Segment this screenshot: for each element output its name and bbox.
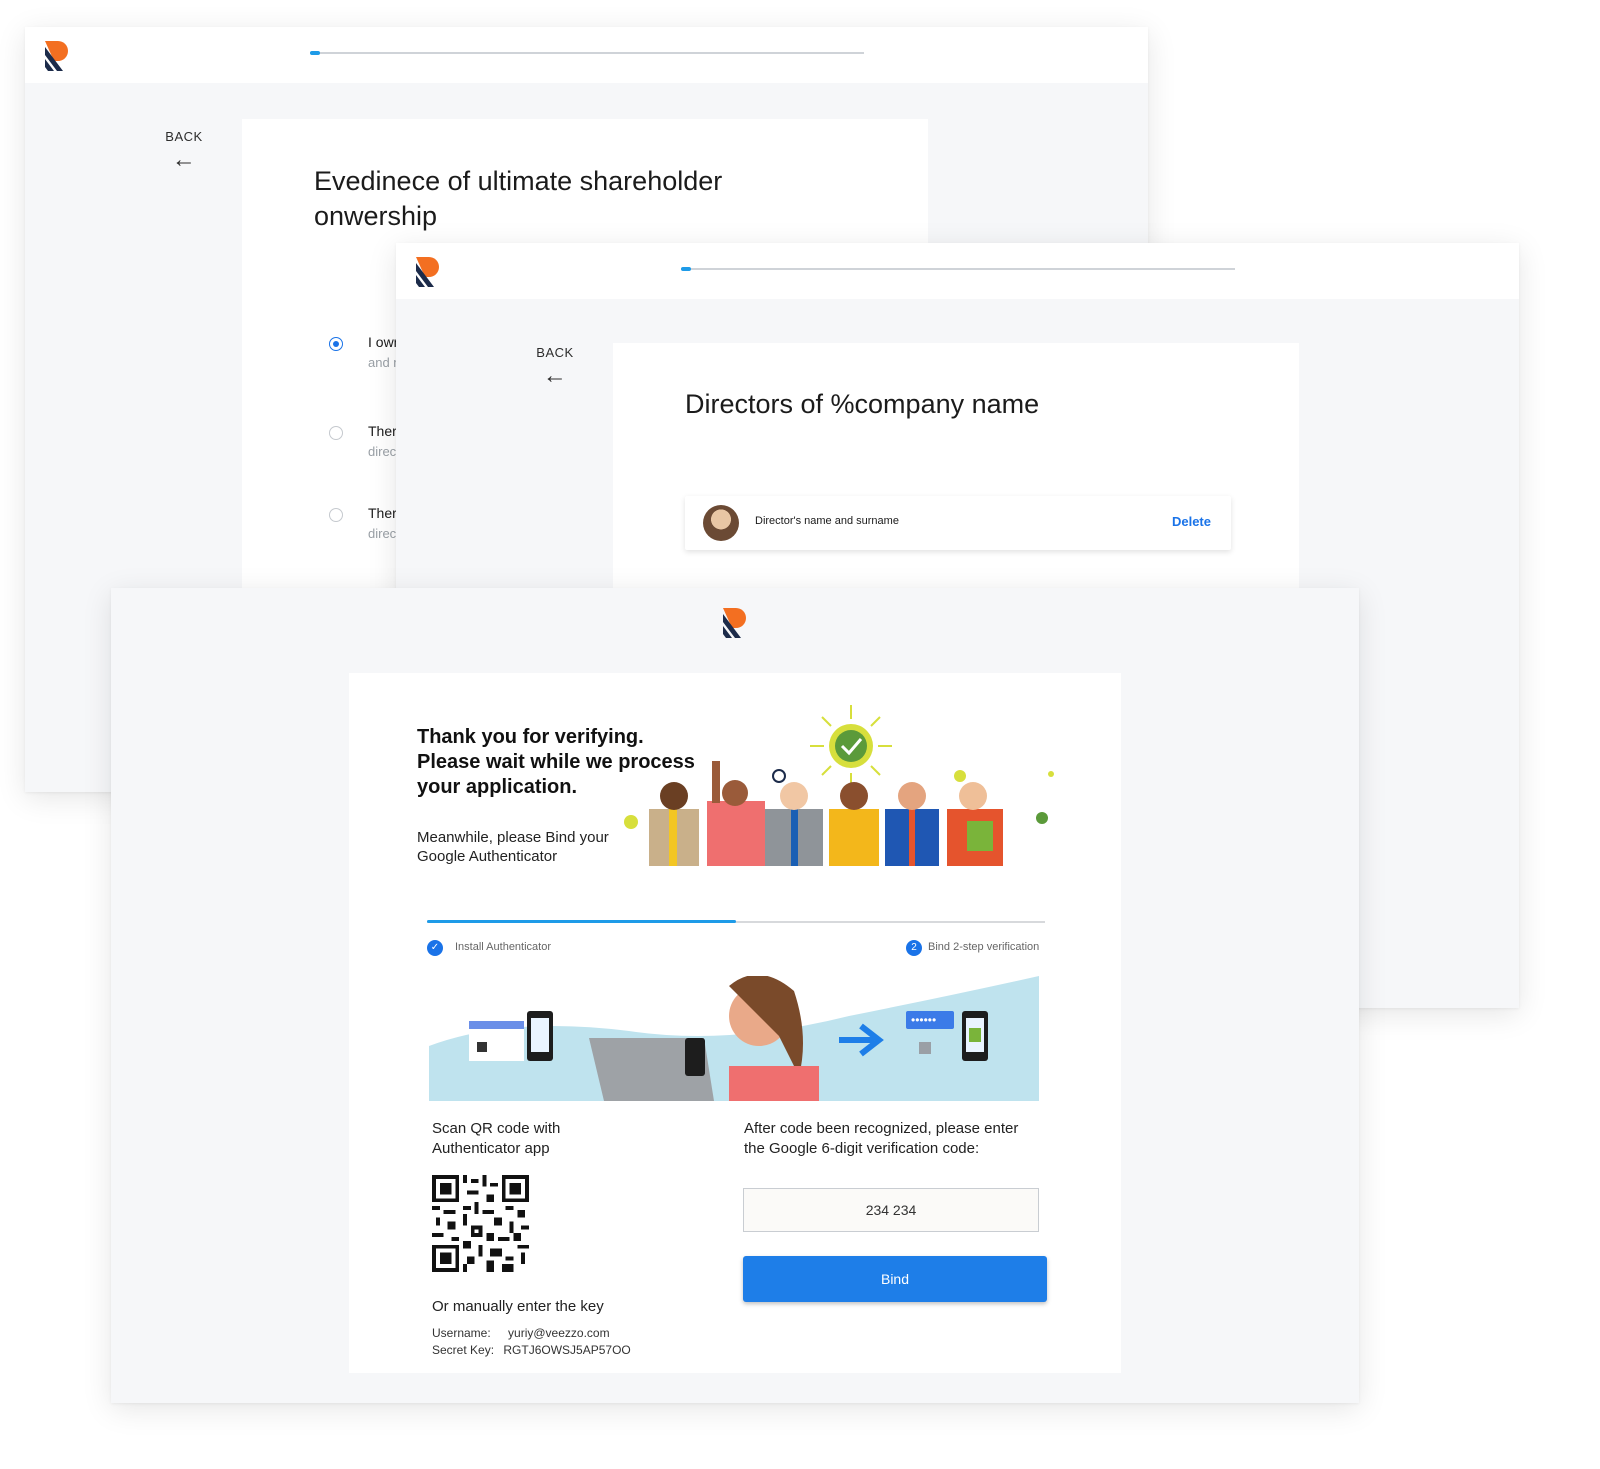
back-label: BACK — [165, 129, 203, 144]
authenticator-card: Thank you for verifying. Please wait whi… — [349, 673, 1121, 1373]
option-radio-2[interactable] — [329, 426, 343, 440]
step-2-label: Bind 2-step verification — [928, 941, 1040, 953]
option-radio-1[interactable] — [329, 337, 343, 351]
secret-key-value: RGTJ6OWSJ5AP57OO — [503, 1343, 631, 1357]
authenticator-screen: Thank you for verifying. Please wait whi… — [111, 588, 1359, 1403]
secret-key-label: Secret Key: — [432, 1343, 495, 1357]
scan-line-1: Scan QR code with — [432, 1120, 561, 1137]
back-arrow-icon: ← — [542, 362, 568, 389]
option-subtitle-3: direc — [368, 526, 397, 541]
progress-fill — [681, 267, 691, 271]
meanwhile-text: Meanwhile, please Bind your Google Authe… — [417, 828, 609, 866]
qr-code — [432, 1175, 529, 1272]
manual-key-label: Or manually enter the key — [432, 1298, 604, 1315]
topbar — [25, 27, 1148, 83]
step-progress-bar — [427, 920, 1045, 923]
scan-line-2: Authenticator app — [432, 1140, 550, 1157]
topbar — [396, 243, 1519, 299]
progress-bar — [310, 51, 864, 55]
check-icon: ✓ — [427, 940, 443, 956]
username-value: yuriy@veezzo.com — [508, 1326, 610, 1340]
verification-code-input[interactable]: 234 234 — [743, 1188, 1039, 1232]
enter-code-line-1: After code been recognized, please enter — [744, 1120, 1019, 1137]
svg-text:••••••: •••••• — [911, 1013, 936, 1027]
people-illustration — [624, 705, 1054, 866]
page-title: Directors of %company name — [685, 389, 1040, 419]
progress-bar — [681, 267, 1235, 271]
enter-code-instructions: After code been recognized, please enter… — [744, 1119, 1018, 1159]
username-row: Username: yuriy@veezzo.com — [432, 1325, 631, 1342]
director-row: Director's name and surname Delete — [685, 496, 1231, 550]
back-button[interactable]: BACK ← — [163, 129, 205, 174]
option-title-2: Ther — [368, 423, 397, 439]
brand-logo — [416, 257, 439, 287]
meanwhile-line-1: Meanwhile, please Bind your — [417, 829, 609, 846]
enter-code-line-2: the Google 6-digit verification code: — [744, 1140, 980, 1157]
progress-fill — [310, 51, 320, 55]
option-radio-3[interactable] — [329, 508, 343, 522]
avatar — [703, 505, 739, 541]
step-1-label: Install Authenticator — [455, 941, 552, 953]
brand-logo — [45, 41, 68, 71]
brand-logo — [723, 608, 746, 638]
delete-button[interactable]: Delete — [1172, 514, 1211, 529]
bind-button[interactable]: Bind — [743, 1256, 1047, 1302]
director-name: Director's name and surname — [755, 515, 899, 527]
step-progress-fill — [427, 920, 736, 923]
option-title-3: Ther — [368, 505, 397, 521]
authenticator-illustration: •••••• — [429, 976, 1039, 1101]
credentials: Username: yuriy@veezzo.com Secret Key: R… — [432, 1325, 631, 1359]
page-title: Evedinece of ultimate shareholder onwers… — [314, 166, 723, 231]
step-2-number: 2 — [906, 940, 922, 956]
back-button[interactable]: BACK ← — [534, 345, 576, 390]
back-label: BACK — [536, 345, 574, 360]
back-arrow-icon: ← — [171, 146, 197, 173]
username-label: Username: — [432, 1326, 491, 1340]
scan-instructions: Scan QR code with Authenticator app — [432, 1119, 560, 1159]
meanwhile-line-2: Google Authenticator — [417, 848, 558, 865]
secret-key-row: Secret Key: RGTJ6OWSJ5AP57OO — [432, 1342, 631, 1359]
option-subtitle-2: direc — [368, 444, 397, 459]
